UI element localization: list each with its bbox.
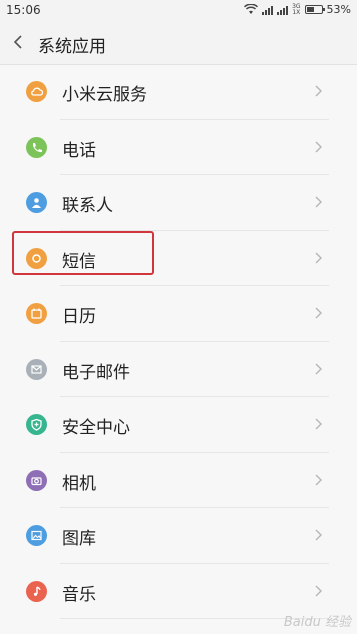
signal-icon: [262, 5, 274, 15]
list-item[interactable]: 小米云服务: [0, 64, 357, 120]
network-type: 3G 1X: [292, 2, 301, 16]
chevron-right-icon: [315, 474, 322, 485]
list-item[interactable]: 电子邮件: [0, 342, 357, 398]
list-item[interactable]: 安全中心: [0, 397, 357, 453]
page-title: 系统应用: [38, 37, 106, 57]
status-bar: 15:06 3G 1X 53%: [0, 0, 357, 22]
person-icon: [26, 192, 47, 213]
camera-icon: [26, 469, 47, 491]
settings-list: 小米云服务 电话 联系人 短信 日历 电子邮件 安全中心 相机 图库 音乐: [0, 64, 357, 619]
chevron-right-icon: [315, 585, 322, 596]
chevron-right-icon: [315, 307, 322, 319]
mail-icon: [26, 358, 47, 380]
list-item-label: 音乐: [62, 584, 96, 605]
chevron-right-icon: [315, 252, 322, 263]
battery-icon: [304, 5, 325, 14]
chevron-right-icon: [315, 418, 322, 430]
status-time: 15:06: [6, 3, 41, 17]
list-item-label: 图库: [62, 529, 96, 549]
list-item[interactable]: 日历: [0, 286, 357, 342]
back-arrow-icon[interactable]: [10, 33, 28, 51]
list-item[interactable]: 电话: [0, 120, 357, 176]
signal-icon-2: [277, 5, 289, 15]
calendar-icon: [26, 303, 47, 324]
list-item[interactable]: 相机: [0, 453, 357, 509]
highlight-box: [12, 231, 154, 275]
status-icons: 3G 1X 53%: [244, 3, 351, 16]
chevron-right-icon: [315, 196, 322, 208]
list-item-label: 安全中心: [62, 418, 130, 438]
list-item-label: 相机: [62, 473, 96, 494]
chevron-right-icon: [315, 363, 322, 374]
phone-icon: [26, 136, 47, 158]
cloud-icon: [26, 81, 47, 102]
list-item[interactable]: 图库: [0, 508, 357, 564]
watermark: Baidu 经验: [283, 615, 351, 630]
list-item-label: 联系人: [62, 196, 113, 216]
chevron-right-icon: [315, 85, 322, 97]
list-item-label: 电话: [62, 140, 96, 161]
list-item-label: 小米云服务: [62, 85, 147, 105]
music-icon: [26, 580, 47, 602]
list-item-label: 电子邮件: [62, 362, 130, 383]
wifi-icon: [244, 4, 259, 14]
chevron-right-icon: [315, 529, 322, 541]
list-item-label: 日历: [62, 307, 96, 327]
chevron-right-icon: [315, 141, 322, 152]
header: 系统应用: [0, 22, 357, 65]
list-item[interactable]: 联系人: [0, 175, 357, 231]
shield-icon: [26, 414, 47, 435]
gallery-icon: [26, 525, 47, 546]
battery-percent: 53%: [326, 3, 351, 16]
